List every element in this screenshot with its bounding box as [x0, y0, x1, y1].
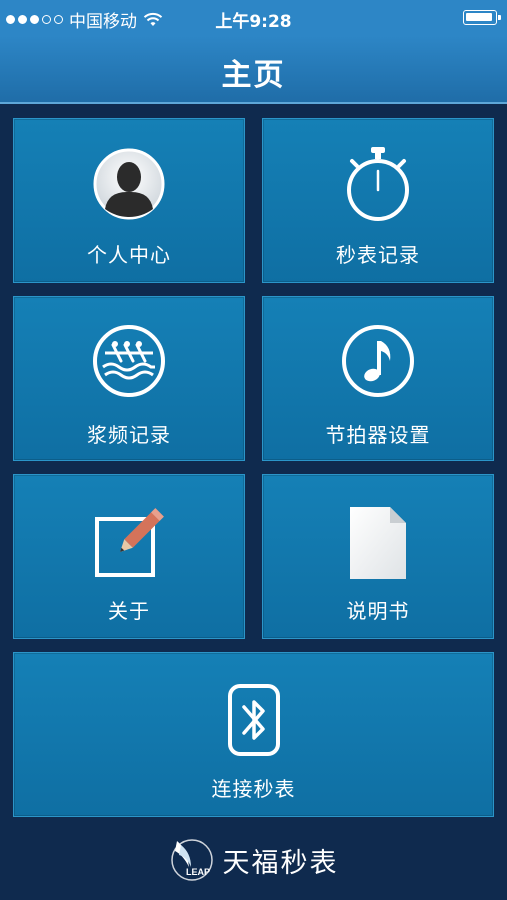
footer: LEAP 天福秒表 — [0, 820, 507, 900]
manual-tile[interactable]: 说明书 — [262, 474, 494, 639]
status-bar: 中国移动 上午9:28 — [0, 0, 507, 36]
stopwatch-records-label: 秒表记录 — [336, 243, 420, 267]
stopwatch-records-tile[interactable]: 秒表记录 — [262, 118, 494, 283]
leap-logo-text: LEAP — [186, 867, 210, 877]
stroke-rate-records-tile[interactable]: 浆频记录 — [13, 296, 245, 461]
page-title: 主页 — [221, 58, 286, 93]
about-label: 关于 — [108, 599, 150, 623]
stroke-rate-records-label: 浆频记录 — [87, 423, 171, 447]
battery-icon — [463, 10, 501, 25]
brand-name: 天福秒表 — [222, 847, 339, 879]
personal-center-tile[interactable]: 个人中心 — [13, 118, 245, 283]
connect-stopwatch-label: 连接秒表 — [211, 777, 296, 801]
edit-pencil-icon — [95, 508, 164, 577]
music-note-icon — [342, 325, 414, 397]
metronome-settings-label: 节拍器设置 — [325, 423, 431, 447]
personal-center-label: 个人中心 — [87, 243, 171, 267]
metronome-settings-tile[interactable]: 节拍器设置 — [262, 296, 494, 461]
about-tile[interactable]: 关于 — [13, 474, 245, 639]
clock: 上午9:28 — [215, 12, 292, 32]
bluetooth-icon — [227, 684, 280, 756]
nav-bar: 主页 — [0, 36, 507, 104]
leap-logo-icon: LEAP — [170, 839, 213, 881]
manual-label: 说明书 — [346, 599, 410, 623]
user-avatar-icon — [93, 148, 165, 220]
document-icon — [350, 507, 406, 579]
rowing-icon — [93, 325, 165, 397]
connect-stopwatch-tile[interactable]: 连接秒表 — [13, 652, 494, 817]
stopwatch-icon — [347, 147, 409, 221]
